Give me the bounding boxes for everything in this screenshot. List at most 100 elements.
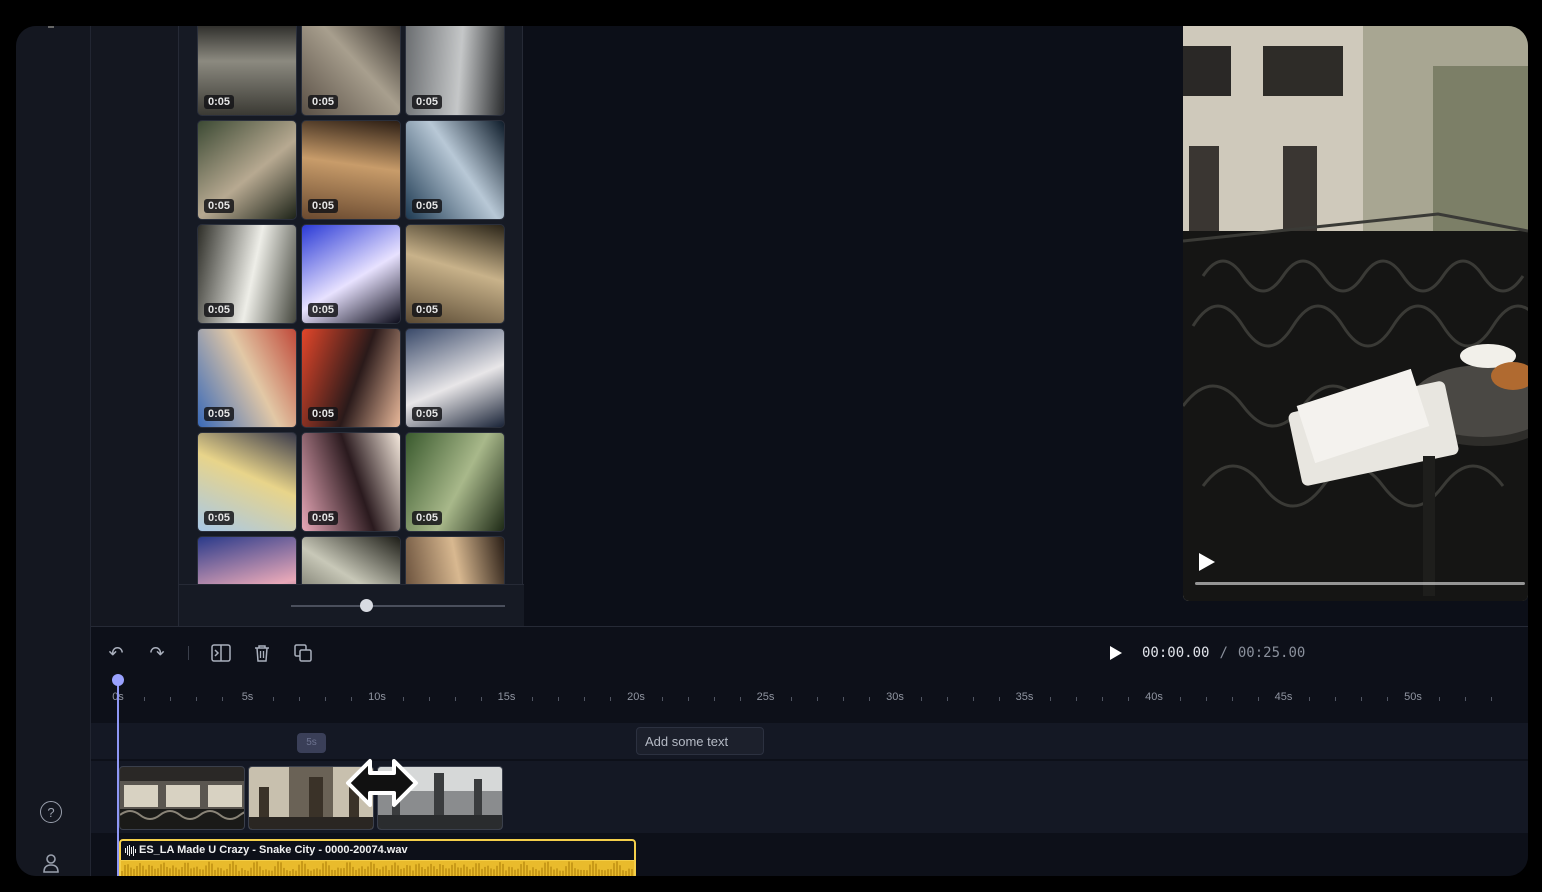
- waveform-bar: [160, 864, 162, 876]
- toolbar-divider: [188, 646, 189, 660]
- waveform-bar: [532, 867, 534, 876]
- waveform-bar: [505, 870, 507, 876]
- waveform-bar: [292, 869, 294, 876]
- chevron-up-icon[interactable]: [48, 26, 54, 30]
- waveform-bar: [622, 870, 624, 876]
- preview-play-icon[interactable]: [1199, 553, 1215, 571]
- ruler-tick: [843, 697, 845, 701]
- zoom-slider-track[interactable]: [291, 605, 505, 607]
- resize-cursor-icon: [346, 759, 418, 807]
- media-thumbnail[interactable]: 0:05: [405, 432, 505, 532]
- audio-clip[interactable]: ES_LA Made U Crazy - Snake City - 0000-2…: [119, 839, 636, 876]
- waveform-bar: [247, 870, 249, 876]
- waveform-bar: [286, 870, 288, 876]
- playhead-line[interactable]: [117, 675, 119, 876]
- waveform-bar: [121, 871, 123, 876]
- waveform-bar: [502, 863, 504, 876]
- media-thumbnail[interactable]: 0:05: [197, 26, 297, 116]
- text-track[interactable]: 5s Add some text: [91, 723, 1528, 759]
- media-thumbnail[interactable]: 0:05: [301, 328, 401, 428]
- media-thumbnail[interactable]: 0:05: [301, 120, 401, 220]
- waveform-bar: [169, 868, 171, 876]
- ruler-tick: [1309, 697, 1311, 701]
- media-thumbnail[interactable]: 0:05: [197, 536, 297, 584]
- waveform-bar: [598, 869, 600, 876]
- waveform-bar: [382, 866, 384, 876]
- waveform-bar: [340, 868, 342, 876]
- media-thumbnail[interactable]: 0:05: [405, 536, 505, 584]
- waveform-bar: [595, 863, 597, 876]
- waveform-bar: [439, 864, 441, 876]
- media-thumbnail[interactable]: 0:05: [301, 26, 401, 116]
- waveform-bar: [547, 861, 549, 876]
- add-text-chip[interactable]: Add some text: [636, 727, 764, 755]
- media-footer: [179, 584, 524, 626]
- ruler-tick: [1464, 697, 1466, 701]
- media-thumbnail[interactable]: 0:05: [197, 120, 297, 220]
- waveform-bar: [463, 864, 465, 876]
- waveform-bar: [358, 868, 360, 876]
- user-icon[interactable]: [40, 852, 62, 874]
- waveform-bar: [256, 861, 258, 876]
- waveform-bar: [349, 862, 351, 876]
- ruler-label: 50s: [1404, 691, 1422, 703]
- media-thumbnail[interactable]: 0:05: [301, 224, 401, 324]
- waveform-bar: [577, 869, 579, 876]
- zoom-slider-handle[interactable]: [359, 599, 373, 612]
- waveform-bar: [448, 868, 450, 876]
- waveform-bar: [403, 868, 405, 876]
- timeline-ruler[interactable]: 0s5s10s15s20s25s30s35s40s45s50s: [112, 689, 1518, 709]
- redo-icon[interactable]: ↷: [145, 641, 169, 665]
- trash-icon[interactable]: [250, 641, 274, 665]
- video-clip-1[interactable]: [119, 766, 245, 830]
- waveform-bar: [295, 870, 297, 876]
- waveform-bar: [265, 869, 267, 876]
- waveform-bar: [175, 867, 177, 876]
- ruler-label: 45s: [1274, 691, 1293, 703]
- media-thumbnail[interactable]: 0:05: [405, 26, 505, 116]
- media-thumbnail[interactable]: 0:05: [197, 328, 297, 428]
- waveform-bar: [409, 865, 411, 876]
- ruler-label: 10s: [368, 691, 386, 703]
- media-thumbnail[interactable]: 0:05: [405, 328, 505, 428]
- media-thumbnail[interactable]: 0:05: [197, 432, 297, 532]
- play-icon[interactable]: [1110, 646, 1122, 660]
- video-preview[interactable]: [1183, 26, 1528, 601]
- ruler-tick: [739, 697, 741, 701]
- waveform-bar: [238, 870, 240, 876]
- thumbnail-duration: 0:05: [412, 303, 443, 317]
- ruler-tick: [169, 697, 171, 701]
- media-thumbnail[interactable]: 0:05: [405, 224, 505, 324]
- thumbnail-duration: 0:05: [308, 407, 339, 421]
- ruler-tick: [299, 697, 301, 701]
- waveform-bar: [331, 869, 333, 876]
- waveform-bar: [538, 870, 540, 876]
- duplicate-icon[interactable]: [291, 641, 315, 665]
- ruler-label: 15s: [497, 691, 516, 703]
- ruler-tick: [1128, 697, 1130, 701]
- media-thumbnail[interactable]: 0:05: [301, 432, 401, 532]
- preview-progress-bar[interactable]: [1195, 582, 1525, 585]
- waveform-bar: [523, 861, 525, 876]
- help-circle-icon[interactable]: ?: [40, 801, 62, 823]
- playhead-handle[interactable]: [112, 674, 124, 686]
- thumbnail-duration: 0:05: [308, 303, 339, 317]
- ruler-tick: [325, 697, 327, 701]
- waveform-bar: [193, 867, 195, 876]
- clip-filmstrip: [120, 767, 244, 829]
- waveform-bar: [271, 870, 273, 876]
- split-icon[interactable]: [209, 641, 233, 665]
- waveform-bar: [223, 870, 225, 876]
- waveform-bar: [133, 868, 135, 876]
- media-thumbnail[interactable]: 0:05: [301, 536, 401, 584]
- undo-icon[interactable]: ↶: [104, 641, 128, 665]
- waveform-bar: [268, 870, 270, 876]
- media-thumbnail[interactable]: 0:05: [405, 120, 505, 220]
- waveform-bar: [124, 864, 126, 876]
- waveform-bar: [232, 861, 234, 876]
- waveform-bar: [559, 870, 561, 876]
- media-thumbnail[interactable]: 0:05: [197, 224, 297, 324]
- waveform-bar: [616, 861, 618, 876]
- trash-icon-glyph: [255, 645, 269, 662]
- waveform-bar: [259, 866, 261, 876]
